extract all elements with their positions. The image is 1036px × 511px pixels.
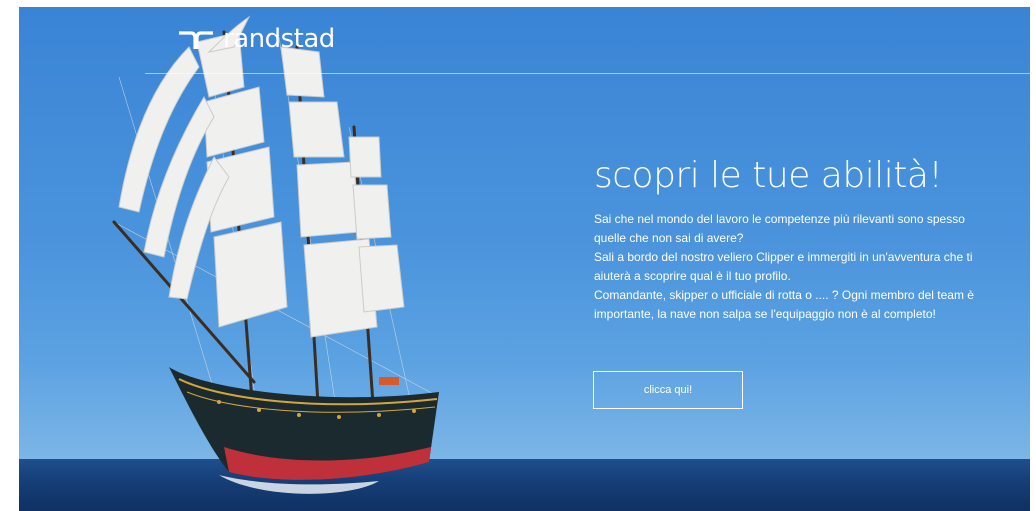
- hero-paragraph: Sai che nel mondo del lavoro le competen…: [594, 212, 965, 245]
- hero-paragraph: Comandante, skipper o ufficiale di rotta…: [594, 288, 974, 321]
- hero-paragraph: Sali a bordo del nostro veliero Clipper …: [594, 250, 973, 283]
- cta-button[interactable]: clicca qui!: [593, 371, 743, 409]
- hero-content: scopri le tue abilità! Sai che nel mondo…: [594, 155, 994, 324]
- hero-description: Sai che nel mondo del lavoro le competen…: [594, 210, 994, 324]
- randstad-logo-icon: [179, 31, 213, 49]
- hero-banner: randstad scopri le tue abilità! Sai che …: [19, 7, 1030, 511]
- sailing-ship-image: [112, 15, 440, 494]
- logo-wordmark: randstad: [223, 24, 335, 54]
- randstad-logo[interactable]: randstad: [179, 21, 335, 57]
- header-divider: [145, 73, 1030, 74]
- hero-title: scopri le tue abilità!: [594, 155, 943, 196]
